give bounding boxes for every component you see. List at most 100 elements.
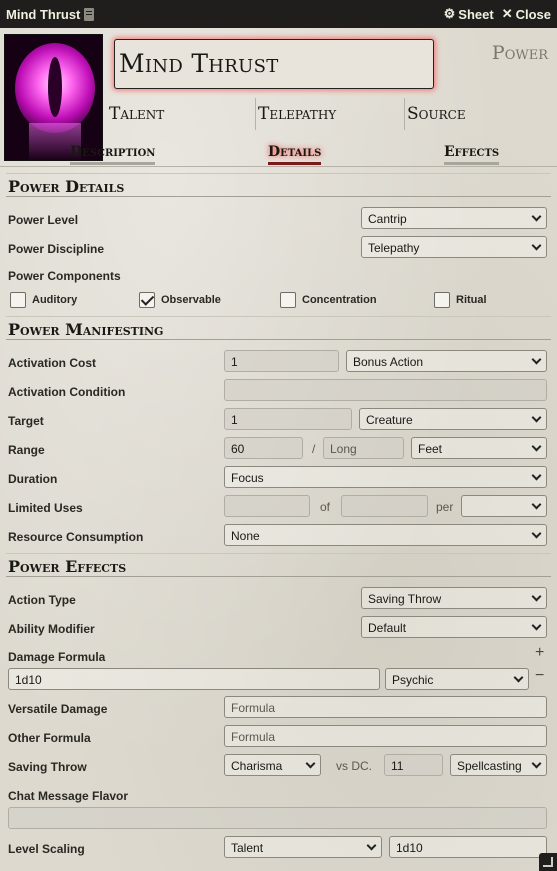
- remove-damage-icon[interactable]: −: [535, 667, 544, 685]
- summary-level: Talent: [107, 98, 256, 130]
- power-components-label: Power Components: [8, 269, 121, 283]
- activation-cost-row: Activation Cost 1 Bonus Action: [0, 350, 557, 379]
- component-observable[interactable]: Observable: [139, 292, 221, 308]
- auditory-label: Auditory: [32, 294, 78, 306]
- uses-value-input[interactable]: [224, 495, 310, 517]
- uses-max-input[interactable]: [341, 495, 428, 517]
- resource-consumption-row: Resource Consumption None: [0, 524, 557, 553]
- tab-details[interactable]: Details: [268, 144, 322, 165]
- dc-value-input[interactable]: 11: [384, 754, 443, 776]
- resource-consumption-select[interactable]: None: [224, 524, 547, 546]
- versatile-damage-row: Versatile Damage Formula: [0, 696, 557, 725]
- summary-discipline: Telepathy: [256, 98, 405, 130]
- activation-condition-row: Activation Condition: [0, 379, 557, 408]
- document-id-icon[interactable]: [84, 7, 95, 21]
- chat-flavor-row: [0, 807, 557, 836]
- summary-source[interactable]: Source: [405, 98, 555, 130]
- vs-dc-label: vs DC.: [336, 759, 372, 773]
- uses-period-select[interactable]: [461, 495, 547, 517]
- duration-label: Duration: [8, 472, 58, 486]
- observable-checkbox[interactable]: [139, 292, 155, 308]
- item-type-label: Power: [491, 42, 548, 64]
- range-separator: /: [312, 442, 316, 456]
- power-details-heading: Power Details: [6, 173, 551, 197]
- activation-cost-label: Activation Cost: [8, 356, 97, 370]
- dc-scaling-select[interactable]: Spellcasting: [450, 754, 547, 776]
- ability-modifier-label: Ability Modifier: [8, 622, 95, 636]
- activation-condition-input[interactable]: [224, 379, 547, 401]
- ability-modifier-select[interactable]: Default: [361, 616, 547, 638]
- damage-type-select[interactable]: Psychic: [385, 668, 529, 690]
- component-auditory[interactable]: Auditory: [10, 292, 77, 308]
- target-value-input[interactable]: 1: [224, 408, 352, 430]
- activation-type-select[interactable]: Bonus Action: [346, 350, 547, 372]
- action-type-select[interactable]: Saving Throw: [361, 587, 547, 609]
- resize-handle[interactable]: [539, 853, 557, 871]
- eye-pupil: [48, 57, 62, 117]
- concentration-checkbox[interactable]: [280, 292, 296, 308]
- action-type-row: Action Type Saving Throw: [0, 587, 557, 616]
- tab-effects[interactable]: Effects: [444, 144, 500, 165]
- tab-description[interactable]: Description: [70, 144, 156, 165]
- target-type-select[interactable]: Creature: [359, 408, 547, 430]
- versatile-damage-label: Versatile Damage: [8, 702, 108, 716]
- limited-uses-row: Limited Uses of per: [0, 495, 557, 524]
- range-units-select[interactable]: Feet: [411, 437, 547, 459]
- sheet-label: Sheet: [458, 6, 494, 22]
- component-ritual[interactable]: Ritual: [434, 292, 487, 308]
- damage-part-row: 1d10 Psychic −: [0, 667, 557, 697]
- components-checkboxes: Auditory Observable Concentration Ritual: [0, 292, 557, 312]
- window-titlebar[interactable]: Mind Thrust ⚙ Sheet ✕ Close: [0, 0, 557, 28]
- close-button[interactable]: ✕ Close: [502, 6, 551, 22]
- ability-modifier-row: Ability Modifier Default: [0, 616, 557, 645]
- target-row: Target 1 Creature: [0, 408, 557, 437]
- concentration-label: Concentration: [302, 294, 377, 306]
- item-name-input[interactable]: Mind Thrust: [114, 39, 434, 89]
- power-discipline-select[interactable]: Telepathy: [361, 236, 547, 258]
- per-label: per: [436, 500, 454, 514]
- gear-icon: ⚙: [443, 6, 456, 21]
- power-components-row: Power Components: [0, 263, 557, 292]
- power-level-row: Power Level Cantrip: [0, 207, 557, 236]
- range-row: Range 60 / Long Feet: [0, 437, 557, 466]
- item-header: Mind Thrust Power Talent Telepathy Sourc…: [0, 28, 557, 161]
- damage-formula-input[interactable]: 1d10: [8, 668, 380, 690]
- observable-label: Observable: [161, 294, 221, 306]
- chat-flavor-input[interactable]: [8, 807, 547, 829]
- auditory-checkbox[interactable]: [10, 292, 26, 308]
- power-effects-heading: Power Effects: [6, 553, 551, 577]
- range-long-input[interactable]: Long: [323, 437, 404, 459]
- scaling-mode-select[interactable]: Talent: [224, 836, 382, 858]
- add-damage-icon[interactable]: +: [535, 644, 544, 662]
- sheet-button[interactable]: ⚙ Sheet: [444, 6, 494, 22]
- scaling-formula-input[interactable]: 1d10: [389, 836, 547, 858]
- range-label: Range: [8, 443, 45, 457]
- window-title: Mind Thrust: [6, 6, 81, 22]
- limited-uses-label: Limited Uses: [8, 501, 83, 515]
- versatile-damage-input[interactable]: Formula: [224, 696, 547, 718]
- level-scaling-row: Level Scaling Talent 1d10: [0, 836, 557, 865]
- saving-throw-label: Saving Throw: [8, 760, 87, 774]
- chat-flavor-label: Chat Message Flavor: [8, 789, 129, 803]
- duration-select[interactable]: Focus: [224, 466, 547, 488]
- of-label: of: [320, 500, 331, 514]
- ritual-label: Ritual: [456, 294, 487, 306]
- action-type-label: Action Type: [8, 593, 76, 607]
- power-manifesting-heading: Power Manifesting: [6, 316, 551, 340]
- activation-cost-input[interactable]: 1: [224, 350, 339, 372]
- target-label: Target: [8, 414, 44, 428]
- resource-consumption-label: Resource Consumption: [8, 530, 144, 544]
- power-discipline-row: Power Discipline Telepathy: [0, 236, 557, 265]
- power-level-label: Power Level: [8, 213, 79, 227]
- power-level-select[interactable]: Cantrip: [361, 207, 547, 229]
- other-formula-input[interactable]: Formula: [224, 725, 547, 747]
- power-discipline-label: Power Discipline: [8, 242, 105, 256]
- damage-formula-label: Damage Formula: [8, 650, 106, 664]
- range-value-input[interactable]: 60: [224, 437, 303, 459]
- save-ability-select[interactable]: Charisma: [224, 754, 321, 776]
- close-label: Close: [515, 6, 551, 22]
- component-concentration[interactable]: Concentration: [280, 292, 377, 308]
- other-formula-label: Other Formula: [8, 731, 91, 745]
- saving-throw-row: Saving Throw Charisma vs DC. 11 Spellcas…: [0, 754, 557, 783]
- ritual-checkbox[interactable]: [434, 292, 450, 308]
